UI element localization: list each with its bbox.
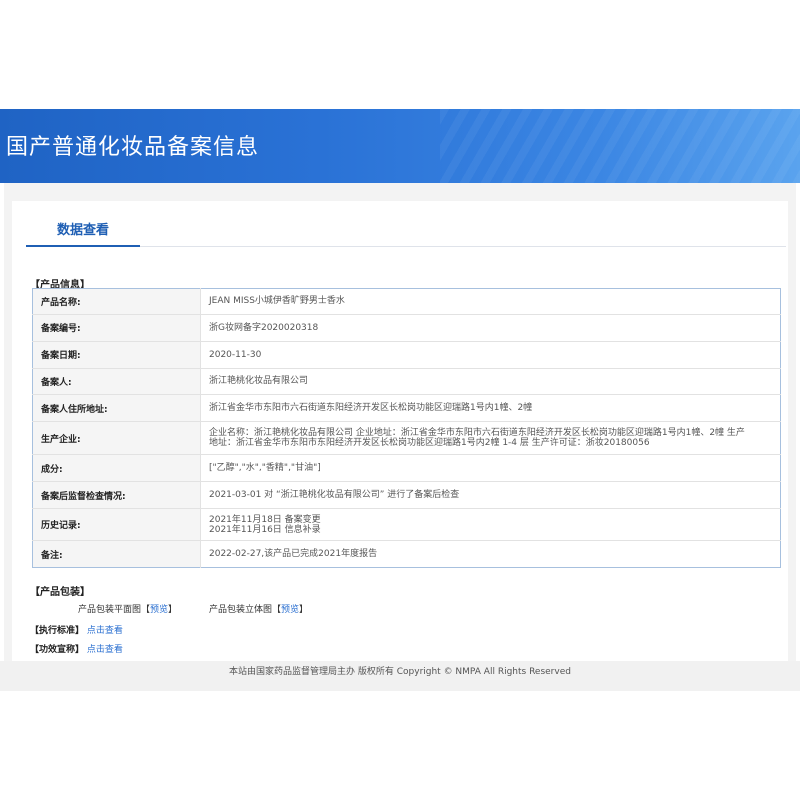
product-info-table: 产品名称: JEAN MISS小城伊香旷野男士香水 备案编号: 浙G妆网备字20… bbox=[32, 288, 781, 568]
row-value: 2021年11月18日 备案变更 2021年11月16日 信息补录 bbox=[200, 508, 781, 542]
row-key: 备案日期: bbox=[32, 341, 201, 369]
main-content: 数据查看 【产品信息】 产品名称: JEAN MISS小城伊香旷野男士香水 备案… bbox=[4, 183, 796, 661]
row-key: 备案人住所地址: bbox=[32, 394, 201, 423]
table-row: 成分: ["乙醇","水","香精","甘油"] bbox=[32, 454, 781, 483]
row-value: 浙江省金华市东阳市六石街道东阳经济开发区长松岗功能区迎瑞路1号内1幢、2幢 bbox=[200, 394, 781, 423]
row-value: 2020-11-30 bbox=[200, 341, 781, 369]
table-row: 生产企业: 企业名称：浙江艳桃化妆品有限公司 企业地址：浙江省金华市东阳市六石街… bbox=[32, 421, 781, 456]
packaging-flat-label: 产品包装平面图 bbox=[78, 605, 142, 615]
row-value: ["乙醇","水","香精","甘油"] bbox=[200, 454, 781, 483]
row-value: JEAN MISS小城伊香旷野男士香水 bbox=[200, 288, 781, 315]
tab-bar bbox=[26, 237, 786, 247]
bracket-close: 】 bbox=[299, 605, 309, 615]
packaging-3d-label: 产品包装立体图 bbox=[209, 605, 273, 615]
history-line: 2021年11月18日 备案变更 bbox=[209, 514, 321, 525]
standards-row: 【执行标准】 点击查看 bbox=[30, 623, 123, 636]
packaging-3d-preview-link[interactable]: 预览 bbox=[281, 605, 299, 615]
footer-copyright: 本站由国家药品监督管理局主办 版权所有 Copyright © NMPA All… bbox=[229, 667, 571, 677]
table-row: 历史记录: 2021年11月18日 备案变更 2021年11月16日 信息补录 bbox=[32, 508, 781, 542]
data-card: 数据查看 【产品信息】 产品名称: JEAN MISS小城伊香旷野男士香水 备案… bbox=[12, 201, 788, 661]
efficacy-row: 【功效宣称】 点击查看 bbox=[30, 642, 123, 655]
bracket-close: 】 bbox=[168, 605, 178, 615]
table-row: 备案日期: 2020-11-30 bbox=[32, 341, 781, 369]
packaging-section-label: 【产品包装】 bbox=[30, 587, 90, 598]
row-value: 2022-02-27,该产品已完成2021年度报告 bbox=[209, 549, 378, 560]
table-row: 备注: 2022-02-27,该产品已完成2021年度报告 bbox=[32, 540, 781, 568]
table-row: 备案人住所地址: 浙江省金华市东阳市六石街道东阳经济开发区长松岗功能区迎瑞路1号… bbox=[32, 394, 781, 423]
table-row: 备案编号: 浙G妆网备字2020020318 bbox=[32, 314, 781, 342]
row-key: 备案后监督检查情况: bbox=[32, 481, 201, 510]
footer: 本站由国家药品监督管理局主办 版权所有 Copyright © NMPA All… bbox=[0, 661, 800, 691]
page-title: 国产普通化妆品备案信息 bbox=[6, 135, 260, 160]
efficacy-label: 【功效宣称】 bbox=[30, 645, 85, 655]
row-key: 生产企业: bbox=[32, 421, 201, 456]
bracket-open: 【 bbox=[272, 605, 282, 615]
table-row: 产品名称: JEAN MISS小城伊香旷野男士香水 bbox=[32, 288, 781, 315]
row-key: 备注: bbox=[32, 540, 201, 568]
bracket-open: 【 bbox=[141, 605, 151, 615]
packaging-flat-preview-link[interactable]: 预览 bbox=[150, 605, 168, 615]
packaging-flat-item: 产品包装平面图【预览】 bbox=[78, 602, 177, 615]
row-value: 2021-03-01 对 “浙江艳桃化妆品有限公司” 进行了备案后检查 bbox=[200, 481, 781, 510]
table-row: 备案后监督检查情况: 2021-03-01 对 “浙江艳桃化妆品有限公司” 进行… bbox=[32, 481, 781, 510]
page: 国产普通化妆品备案信息 数据查看 【产品信息】 产品名称: JEAN MISS小… bbox=[0, 0, 800, 800]
row-key: 备案编号: bbox=[32, 314, 201, 342]
history-line: 2021年11月16日 信息补录 bbox=[209, 524, 321, 535]
row-value: 浙G妆网备字2020020318 bbox=[200, 314, 781, 342]
tab-data-view[interactable]: 数据查看 bbox=[26, 219, 140, 247]
packaging-3d-item: 产品包装立体图【预览】 bbox=[209, 602, 308, 615]
tab-data-view-label: 数据查看 bbox=[56, 223, 109, 238]
table-row: 备案人: 浙江艳桃化妆品有限公司 bbox=[32, 368, 781, 396]
standards-label: 【执行标准】 bbox=[30, 626, 85, 636]
header-banner: 国产普通化妆品备案信息 bbox=[0, 109, 800, 183]
row-key: 成分: bbox=[32, 454, 201, 483]
row-key: 历史记录: bbox=[32, 508, 201, 542]
row-key: 备案人: bbox=[32, 368, 201, 396]
row-key: 产品名称: bbox=[32, 288, 201, 315]
efficacy-view-link[interactable]: 点击查看 bbox=[87, 645, 123, 655]
row-value: 企业名称：浙江艳桃化妆品有限公司 企业地址：浙江省金华市东阳市六石街道东阳经济开… bbox=[200, 421, 781, 456]
standards-view-link[interactable]: 点击查看 bbox=[87, 626, 123, 636]
row-value: 浙江艳桃化妆品有限公司 bbox=[200, 368, 781, 396]
